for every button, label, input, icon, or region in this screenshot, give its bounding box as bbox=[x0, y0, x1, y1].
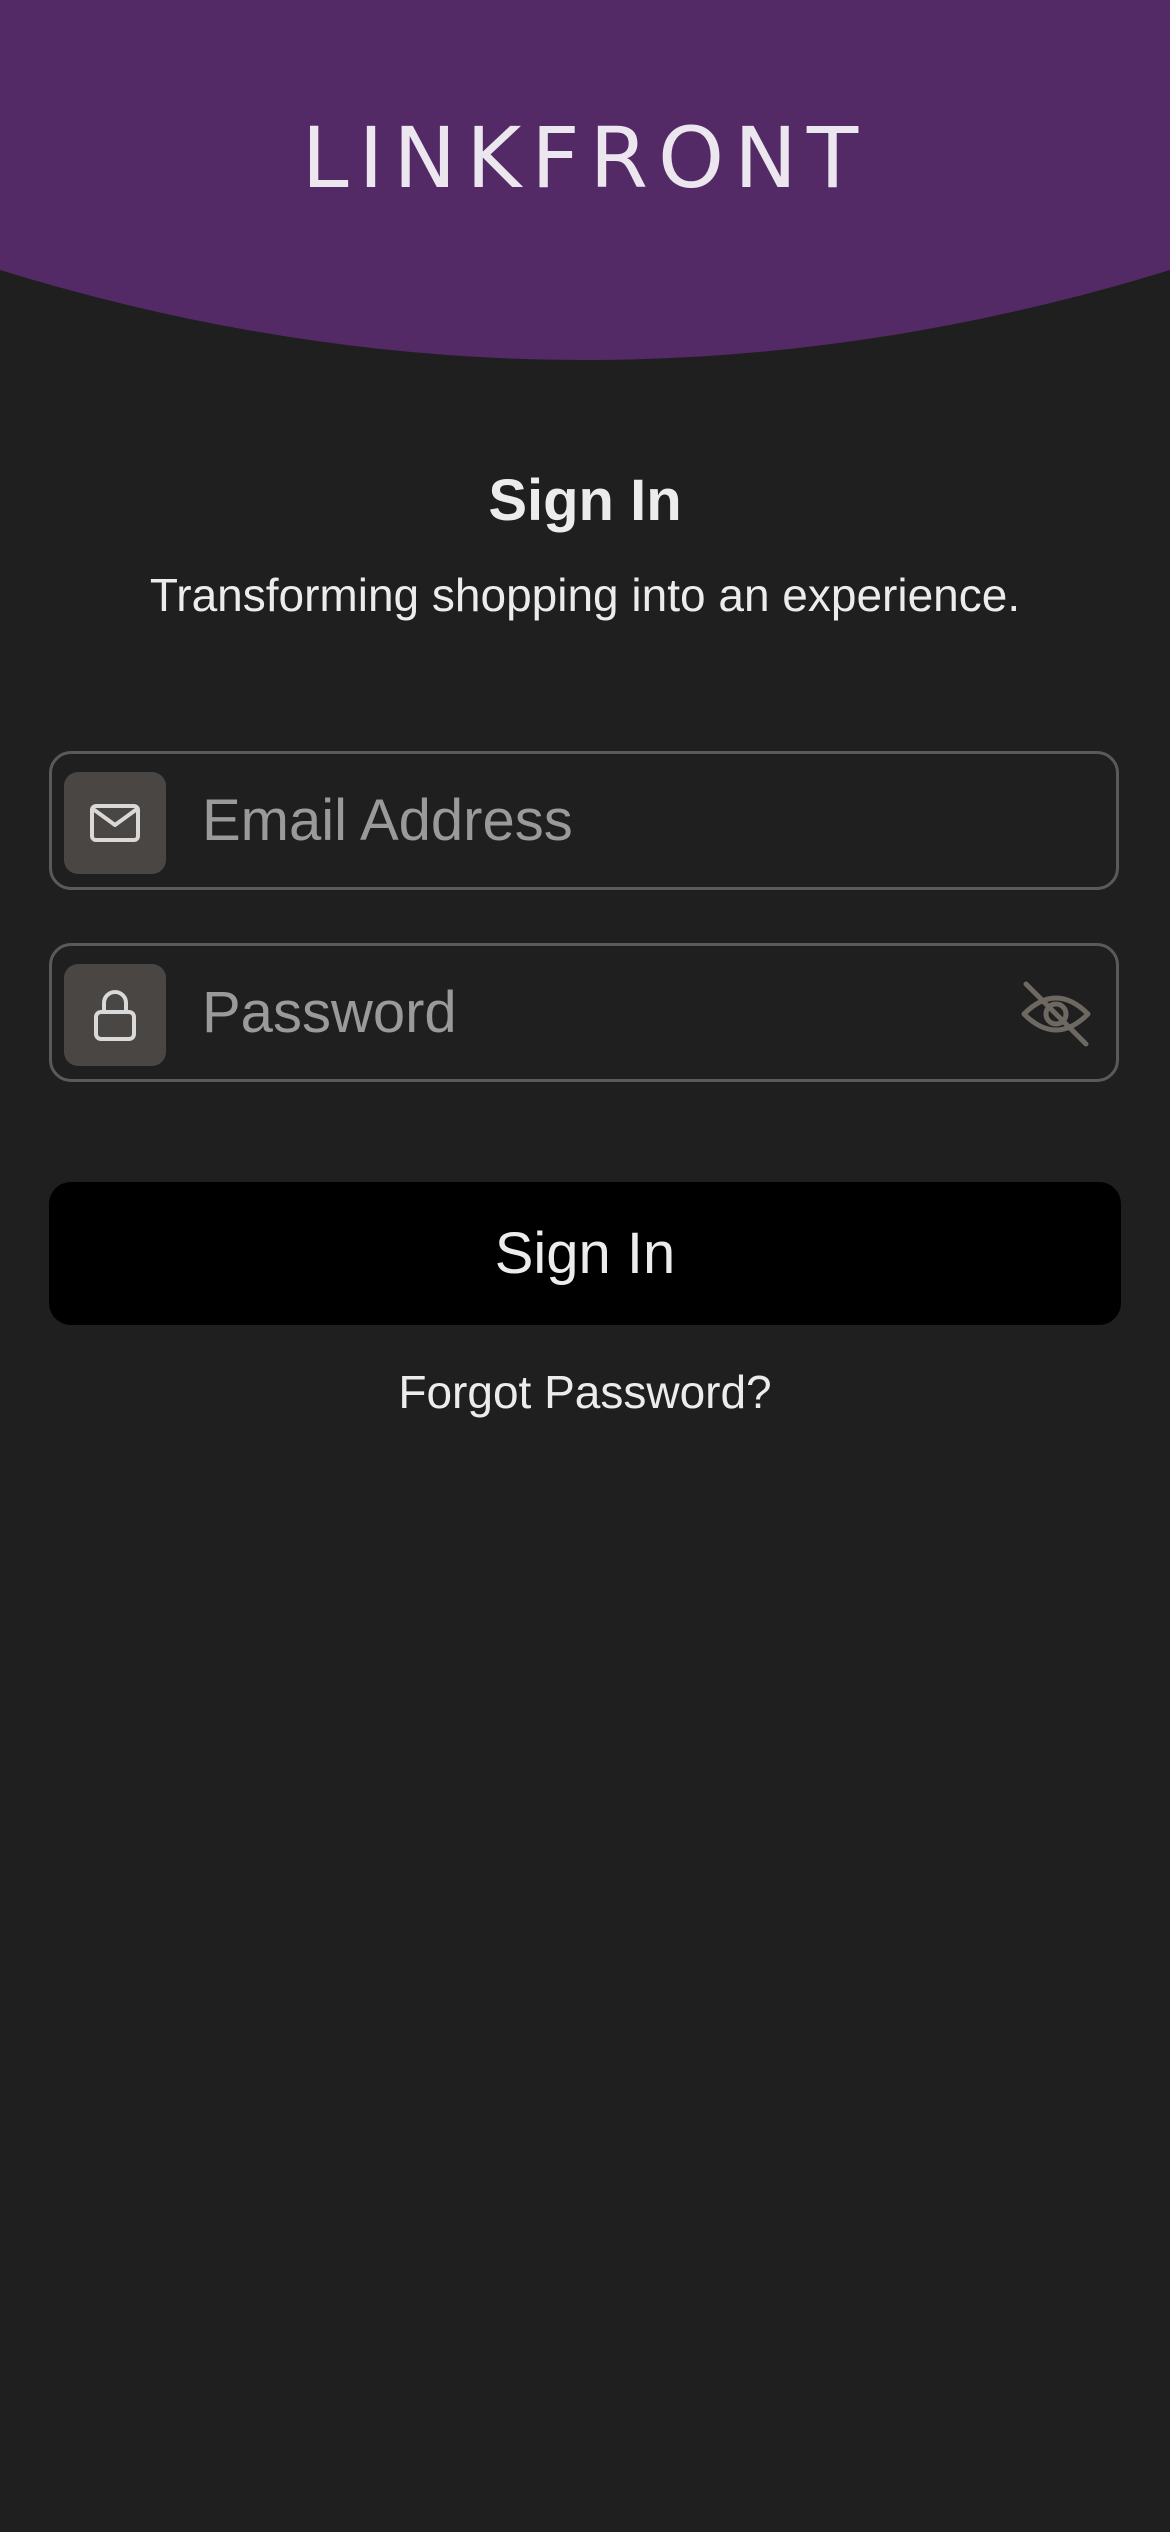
brand-logo: LINKFRONT bbox=[301, 109, 869, 207]
sign-in-button[interactable]: Sign In bbox=[49, 1182, 1121, 1325]
page-title: Sign In bbox=[488, 468, 682, 533]
password-field[interactable] bbox=[49, 943, 1119, 1082]
email-field[interactable] bbox=[49, 751, 1119, 890]
eye-off-icon[interactable] bbox=[1018, 976, 1094, 1052]
password-input[interactable] bbox=[202, 946, 1022, 1079]
email-input[interactable] bbox=[202, 754, 1022, 887]
lock-icon bbox=[64, 964, 166, 1066]
header-banner: LINKFRONT bbox=[0, 0, 1170, 360]
page-subtitle: Transforming shopping into an experience… bbox=[149, 569, 1021, 621]
envelope-icon bbox=[64, 772, 166, 874]
forgot-password-link[interactable]: Forgot Password? bbox=[0, 1362, 1170, 1422]
